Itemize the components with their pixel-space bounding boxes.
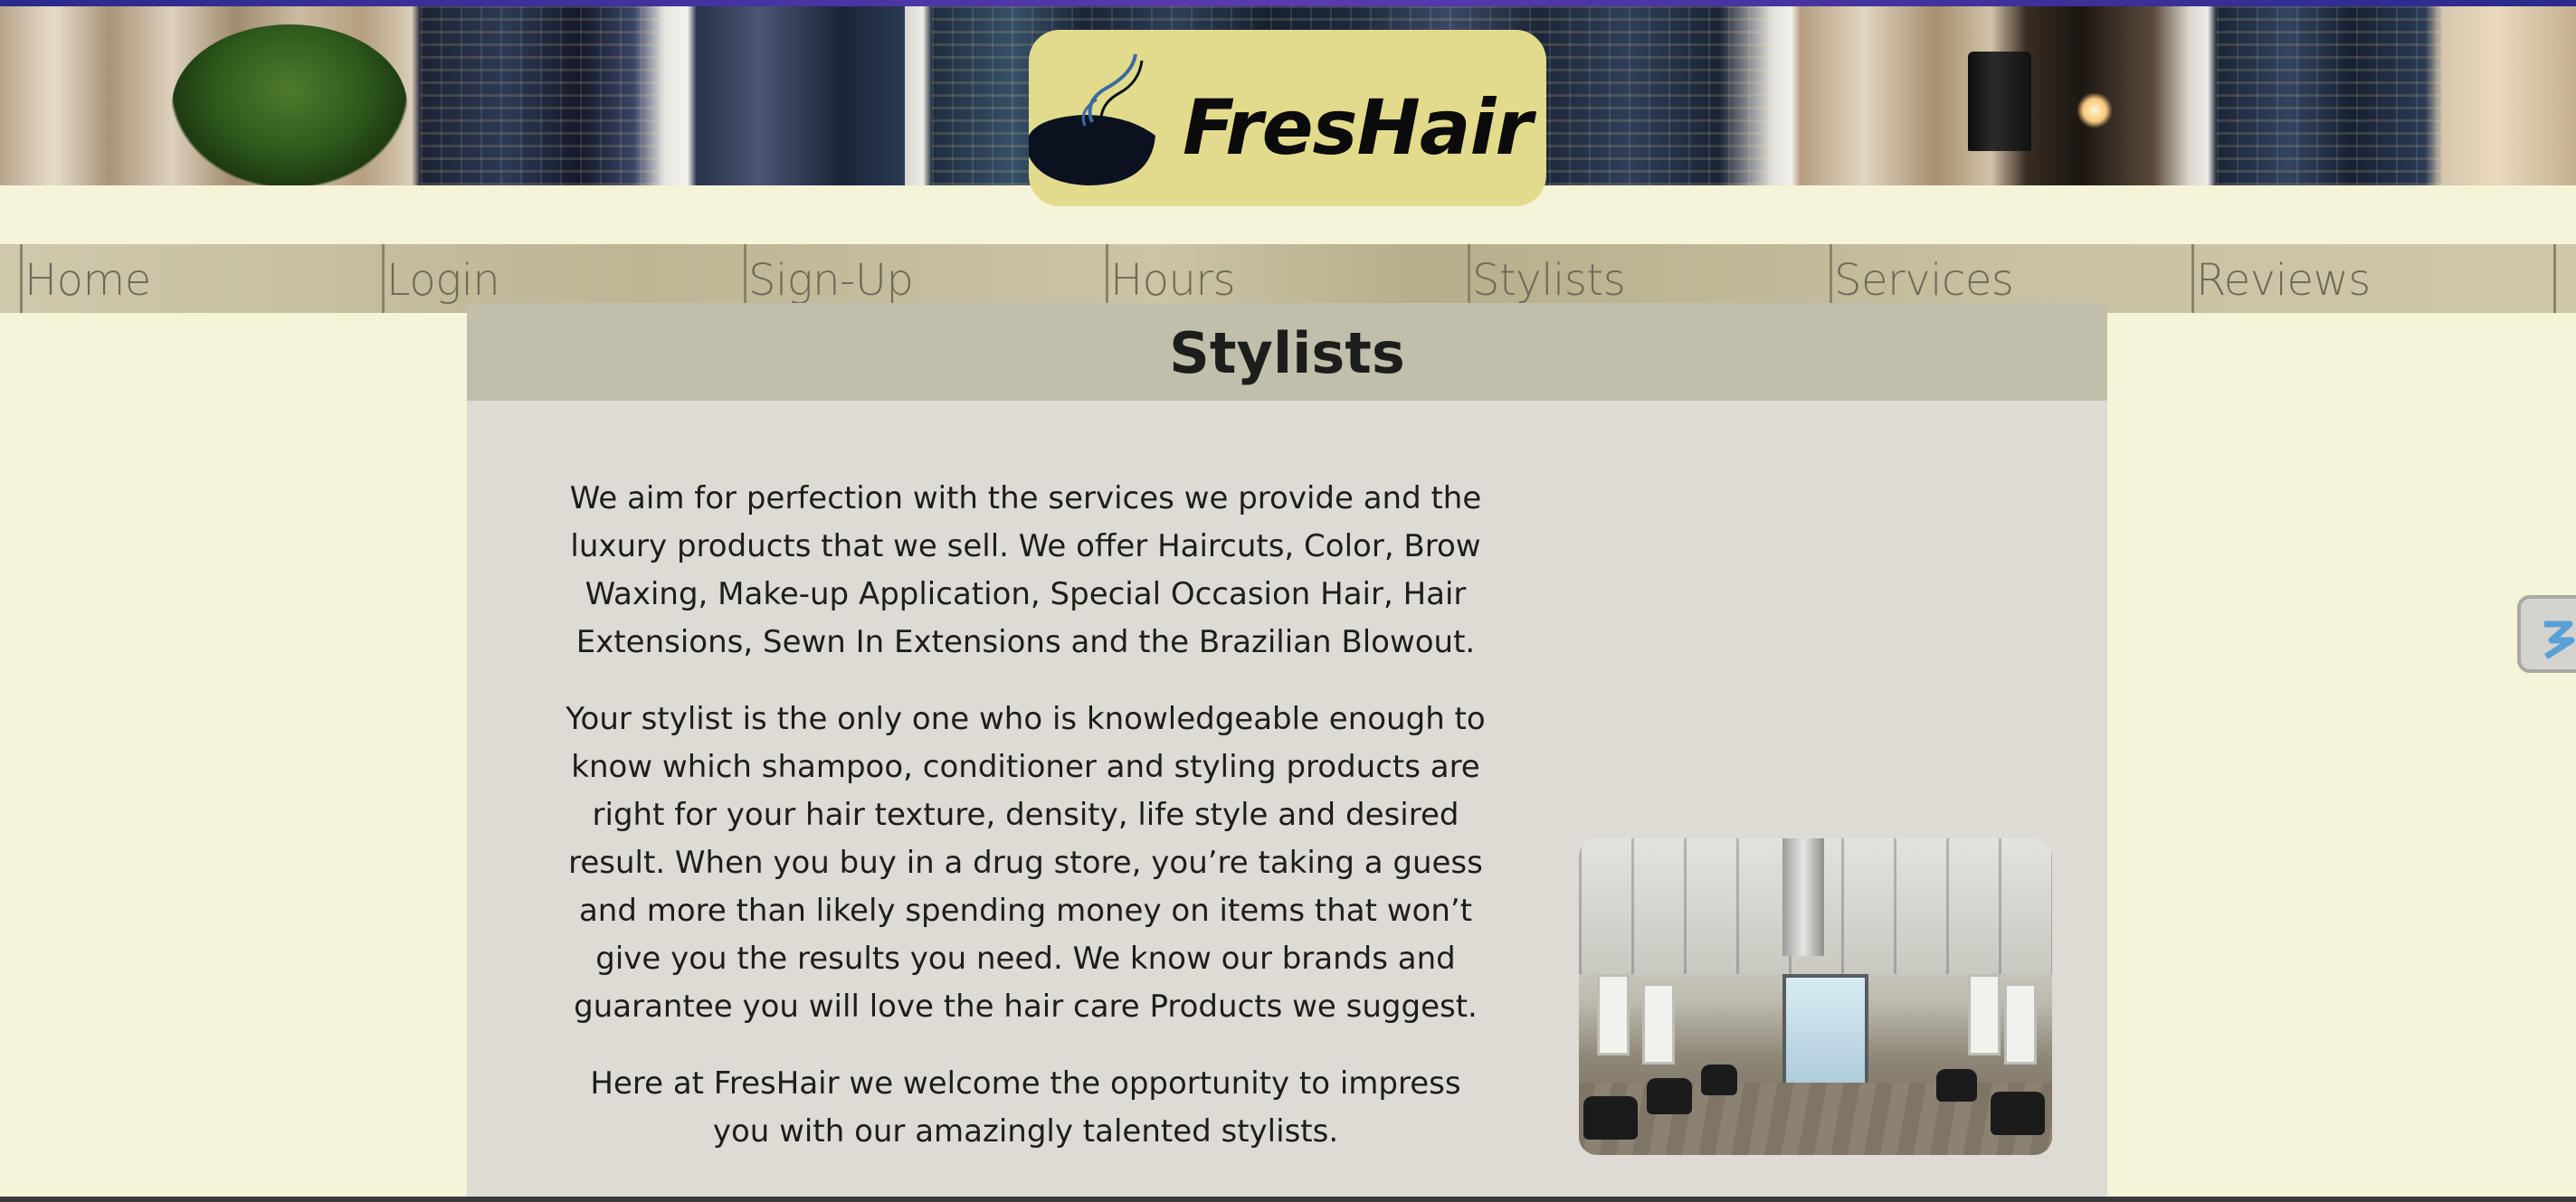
panel-header: Stylists	[467, 303, 2107, 401]
photo-mirror	[1642, 983, 1675, 1065]
salon-photo	[1579, 838, 2052, 1155]
photo-chair	[1701, 1065, 1737, 1095]
photo-duct	[1782, 838, 1824, 956]
intro-paragraph-welcome: Here at FresHair we welcome the opportun…	[590, 1065, 1461, 1150]
extension-s-icon	[2544, 620, 2575, 659]
intro-paragraph-products: Your stylist is the only one who is know…	[566, 701, 1486, 1025]
banner-city-window-left	[421, 6, 665, 185]
nav-item-reviews[interactable]: Reviews	[2191, 244, 2553, 313]
side-extension-widget[interactable]	[2517, 595, 2576, 673]
bottom-edge-bar	[0, 1197, 2576, 1202]
nav-divider	[2553, 244, 2556, 313]
photo-chair	[1936, 1069, 1977, 1102]
intro-paragraph-services: We aim for perfection with the services …	[569, 480, 1482, 660]
photo-door	[1782, 974, 1868, 1101]
top-accent-bar	[0, 0, 2576, 6]
photo-mirror	[1597, 974, 1630, 1055]
banner-light	[2077, 92, 2113, 128]
content-panel: Stylists We aim for perfection with the …	[467, 303, 2107, 1202]
page-title: Stylists	[1169, 320, 1405, 386]
photo-mirror	[2004, 983, 2037, 1065]
site-logo[interactable]: FresHair	[1029, 30, 1546, 206]
logo-text: FresHair	[1183, 83, 1533, 172]
photo-mirror	[1968, 974, 2001, 1055]
banner-lamp	[1968, 52, 2031, 151]
intro-copy: We aim for perfection with the services …	[557, 475, 1494, 1185]
banner-city-window-right	[2217, 6, 2443, 185]
photo-chair	[1647, 1078, 1692, 1114]
nav-item-home[interactable]: Home	[20, 244, 382, 313]
banner-plant	[172, 24, 407, 185]
photo-chair	[1583, 1096, 1638, 1140]
photo-chair	[1991, 1092, 2045, 1135]
steaming-bowl-icon	[1029, 53, 1155, 185]
